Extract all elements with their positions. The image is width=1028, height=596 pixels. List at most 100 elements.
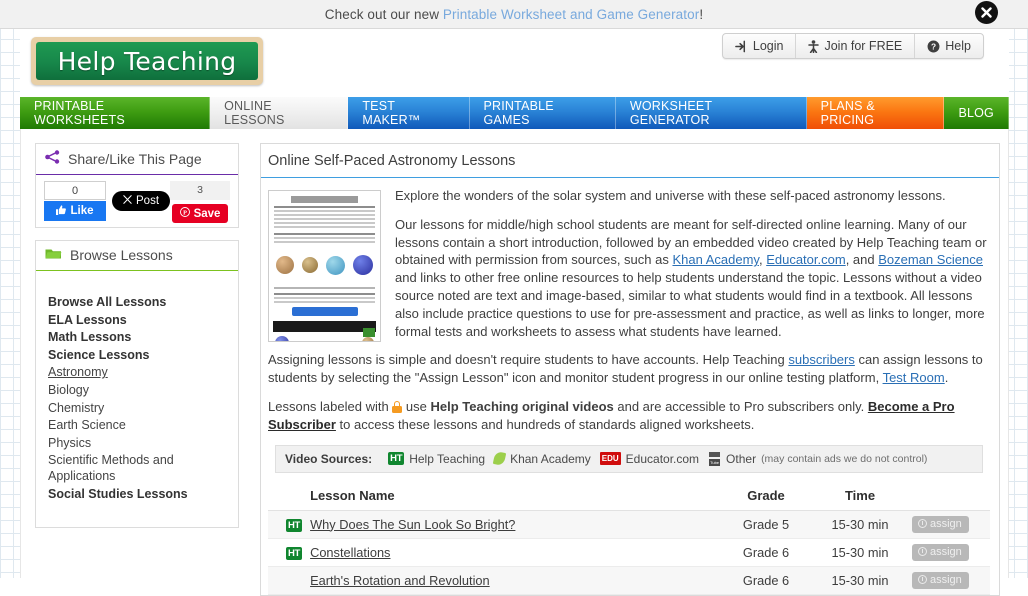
help-button[interactable]: ? Help [915,34,983,58]
facebook-like-widget[interactable]: 0 Like [44,181,106,221]
sidebar-item-social-studies-lessons[interactable]: Social Studies Lessons [36,486,238,504]
clock-icon [918,519,927,528]
share-panel: Share/Like This Page 0 Like P [35,143,239,228]
site-logo[interactable]: Help Teaching [31,37,263,85]
sidebar-item-scientific-methods[interactable]: Scientific Methods and Applications [36,452,238,485]
sidebar-item-earth-science[interactable]: Earth Science [36,417,238,435]
x-post-button[interactable]: Post [112,191,170,211]
sidebar-item-math-lessons[interactable]: Math Lessons [36,329,238,347]
promo-suffix: ! [699,7,703,22]
nav-item-test-maker[interactable]: TEST MAKER™ [348,97,469,129]
close-icon[interactable] [975,1,998,24]
video-source-label-educator-com: Educator.com [626,452,699,466]
promo-link[interactable]: Printable Worksheet and Game Generator [443,7,699,22]
page-title: Online Self-Paced Astronomy Lessons [261,144,999,178]
login-button[interactable]: Login [723,34,797,58]
video-source-help-teaching: HT Help Teaching [388,452,485,466]
p3-text-c: . [945,370,949,385]
bozeman-science-link[interactable]: Bozeman Science [878,252,983,267]
promo-prefix: Check out our new [325,7,443,22]
browse-lessons-panel: Browse Lessons Browse All Lessons ELA Le… [35,240,239,528]
assigning-paragraph: Assigning lessons is simple and doesn't … [268,351,990,387]
pinterest-save-button[interactable]: P Save [172,204,229,223]
p4-text-c: and are accessible to Pro subscribers on… [614,399,868,414]
sidebar-item-science-lessons[interactable]: Science Lessons [36,347,238,365]
pinterest-icon: P [180,207,190,220]
share-panel-header: Share/Like This Page [36,144,238,175]
video-sources-bar: Video Sources: HT Help Teaching Khan Aca… [275,445,983,473]
facebook-like-button[interactable]: Like [44,201,106,221]
assign-label: assign [930,546,962,558]
auth-button-group: Login Join for FREE ? Help [722,33,984,59]
row-lesson-name-cell: Constellations [306,538,720,566]
educator-badge-icon: EDU [600,452,621,465]
sidebar-item-chemistry[interactable]: Chemistry [36,400,238,418]
logo-text: Help Teaching [58,47,237,76]
site-header: Help Teaching Login Join for FREE ? Help [20,29,1009,97]
login-icon [735,40,748,53]
x-post-label: Post [136,195,159,207]
row-grade-cell: Grade 6 [720,566,812,594]
nav-item-plans-pricing[interactable]: PLANS & PRICING [807,97,945,129]
row-grade-cell: Grade 5 [720,510,812,538]
lessons-table-body: HT Why Does The Sun Look So Bright? Grad… [268,510,990,594]
clock-icon [918,575,927,584]
sidebar-item-astronomy[interactable]: Astronomy [36,364,238,382]
sidebar-item-browse-all-lessons[interactable]: Browse All Lessons [36,294,238,312]
lessons-table-header: Lesson Name Grade Time [268,483,990,511]
educator-com-link[interactable]: Educator.com [766,252,846,267]
x-logo-icon [123,195,132,207]
p2-sep-2: , and [846,252,879,267]
test-room-link[interactable]: Test Room [883,370,945,385]
row-source-icon-cell [268,566,306,594]
browse-panel-header: Browse Lessons [36,241,238,271]
sidebar-item-biology[interactable]: Biology [36,382,238,400]
nav-item-online-lessons[interactable]: ONLINE LESSONS [210,97,348,129]
person-icon [808,40,819,53]
promo-banner-text: Check out our new Printable Worksheet an… [325,7,703,22]
question-circle-icon: ? [927,40,940,53]
promo-banner: Check out our new Printable Worksheet an… [0,0,1028,29]
share-icon [45,150,60,167]
lesson-link[interactable]: Why Does The Sun Look So Bright? [310,517,515,532]
column-header-grade: Grade [720,483,812,511]
khan-academy-link[interactable]: Khan Academy [672,252,758,267]
table-row: HT Constellations Grade 6 15-30 min assi… [268,538,990,566]
row-time-cell: 15-30 min [812,510,908,538]
pinterest-count: 3 [170,181,230,200]
row-assign-cell: assign [908,510,990,538]
nav-item-worksheet-generator[interactable]: WORKSHEET GENERATOR [616,97,807,129]
p4-strong-original-videos: Help Teaching original videos [431,399,614,414]
assign-button[interactable]: assign [912,572,969,589]
clock-icon [918,547,927,556]
share-buttons: 0 Like Post 3 [36,175,238,227]
sidebar-item-physics[interactable]: Physics [36,435,238,453]
column-header-time: Time [812,483,908,511]
main-panel: Online Self-Paced Astronomy Lessons [260,143,1000,596]
row-lesson-name-cell: Earth's Rotation and Revolution [306,566,720,594]
nav-item-printable-worksheets[interactable]: PRINTABLE WORKSHEETS [20,97,210,129]
thumbs-up-icon [56,205,66,218]
youtube-icon: Tube [708,452,721,466]
share-panel-title: Share/Like This Page [68,151,202,167]
assign-label: assign [930,518,962,530]
join-label: Join for FREE [824,39,902,53]
row-grade-cell: Grade 6 [720,538,812,566]
video-sources-label: Video Sources: [285,452,372,466]
main-body: Explore the wonders of the solar system … [261,178,999,595]
nav-item-printable-games[interactable]: PRINTABLE GAMES [470,97,616,129]
khan-academy-leaf-icon [493,451,506,466]
browse-lessons-list: Browse All Lessons ELA Lessons Math Less… [36,287,238,511]
p4-text-d: to access these lessons and hundreds of … [336,417,754,432]
lesson-link[interactable]: Earth's Rotation and Revolution [310,573,490,588]
subscribers-link[interactable]: subscribers [788,352,854,367]
assign-button[interactable]: assign [912,516,969,533]
lesson-link[interactable]: Constellations [310,545,390,560]
join-button[interactable]: Join for FREE [796,34,915,58]
sidebar-item-ela-lessons[interactable]: ELA Lessons [36,312,238,330]
help-teaching-badge-icon: HT [286,519,302,532]
assign-button[interactable]: assign [912,544,969,561]
row-assign-cell: assign [908,538,990,566]
nav-item-blog[interactable]: BLOG [944,97,1009,129]
p3-text-a: Assigning lessons is simple and doesn't … [268,352,788,367]
